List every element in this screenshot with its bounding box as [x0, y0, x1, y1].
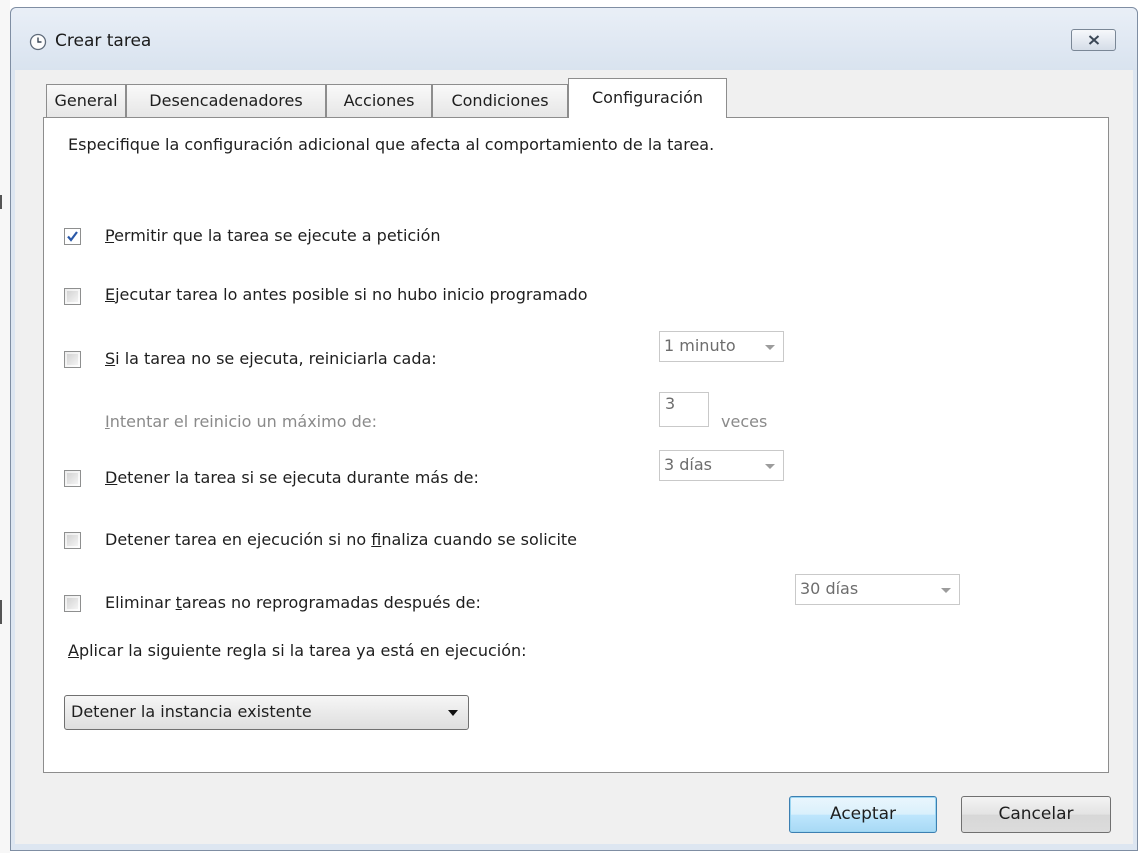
- background-window-edge: [0, 0, 10, 853]
- force-stop-label[interactable]: Detener tarea en ejecución si no finaliz…: [105, 530, 577, 549]
- delete-after-select[interactable]: 30 días: [795, 574, 960, 605]
- background-mark: [0, 600, 2, 624]
- force-stop-checkbox[interactable]: [64, 532, 81, 549]
- restart-label[interactable]: Si la tarea no se ejecuta, reiniciarla c…: [105, 349, 437, 368]
- stop-duration-select[interactable]: 3 días: [659, 450, 784, 481]
- running-rule-value: Detener la instancia existente: [71, 702, 312, 721]
- cancel-button[interactable]: Cancelar: [961, 796, 1111, 833]
- run-asap-label[interactable]: Ejecutar tarea lo antes posible si no hu…: [105, 285, 588, 304]
- background-mark: [0, 195, 2, 209]
- allow-on-demand-label[interactable]: Permitir que la tarea se ejecute a petic…: [105, 226, 441, 245]
- restart-interval-select[interactable]: 1 minuto: [659, 331, 784, 362]
- window-title: Crear tarea: [55, 31, 152, 51]
- close-icon: [1088, 35, 1099, 45]
- title-bar[interactable]: Crear tarea: [11, 8, 1137, 70]
- stop-long-task-label[interactable]: Detener la tarea si se ejecuta durante m…: [105, 468, 479, 487]
- clock-icon: [29, 33, 47, 51]
- chevron-down-icon: [765, 464, 775, 469]
- tab-actions[interactable]: Acciones: [326, 84, 432, 117]
- rule-label: Aplicar la siguiente regla si la tarea y…: [68, 641, 527, 660]
- settings-description: Especifique la configuración adicional q…: [68, 135, 715, 154]
- restart-checkbox[interactable]: [64, 351, 81, 368]
- running-rule-select[interactable]: Detener la instancia existente: [64, 695, 469, 730]
- tab-settings[interactable]: Configuración: [568, 78, 727, 118]
- allow-on-demand-checkbox[interactable]: [64, 228, 81, 245]
- restart-interval-value: 1 minuto: [664, 336, 736, 355]
- close-button[interactable]: [1071, 29, 1116, 51]
- restart-attempts-input[interactable]: 3: [659, 392, 709, 427]
- chevron-down-icon: [448, 710, 458, 716]
- tab-general[interactable]: General: [46, 84, 126, 117]
- chevron-down-icon: [765, 345, 775, 350]
- tab-conditions[interactable]: Condiciones: [432, 84, 568, 117]
- delete-task-label[interactable]: Eliminar tareas no reprogramadas después…: [105, 593, 481, 612]
- dialog-content: General Desencadenadores Acciones Condic…: [15, 70, 1133, 844]
- checkmark-icon: [67, 231, 78, 242]
- chevron-down-icon: [941, 588, 951, 593]
- restart-attempts-label: Intentar el reinicio un máximo de:: [105, 412, 377, 431]
- run-asap-checkbox[interactable]: [64, 288, 81, 305]
- settings-panel: Especifique la configuración adicional q…: [43, 117, 1109, 773]
- tab-triggers[interactable]: Desencadenadores: [126, 84, 326, 117]
- delete-after-value: 30 días: [800, 579, 859, 598]
- restart-attempts-unit: veces: [721, 412, 768, 431]
- ok-button[interactable]: Aceptar: [789, 796, 937, 833]
- delete-task-checkbox[interactable]: [64, 595, 81, 612]
- stop-long-task-checkbox[interactable]: [64, 470, 81, 487]
- create-task-dialog: Crear tarea General Desencadenadores Acc…: [10, 7, 1138, 851]
- stop-duration-value: 3 días: [664, 455, 713, 474]
